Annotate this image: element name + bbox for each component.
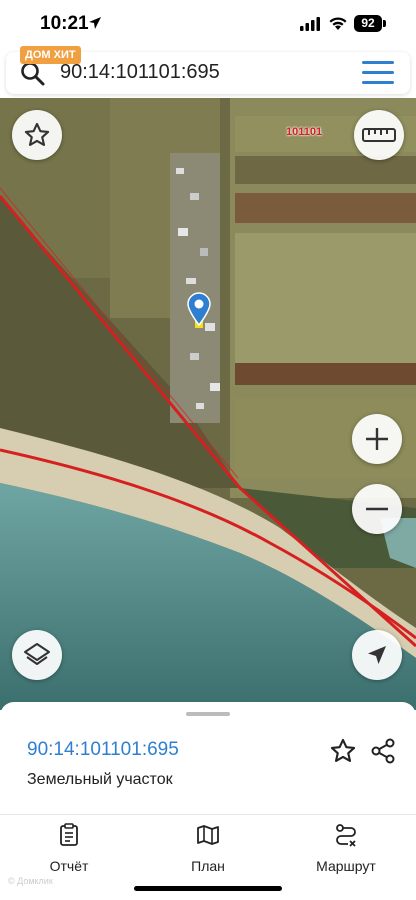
ruler-icon xyxy=(362,128,396,142)
tab-report-label: Отчёт xyxy=(49,858,89,874)
share-icon[interactable] xyxy=(369,737,397,770)
tab-route-label: Маршрут xyxy=(316,858,376,874)
favorite-button[interactable] xyxy=(12,110,62,160)
brand-badge: ДОМ ХИТ xyxy=(20,46,81,64)
zoom-in-button[interactable] xyxy=(352,414,402,464)
map-plan-icon xyxy=(197,825,219,845)
navigation-arrow-icon xyxy=(368,646,386,664)
tab-plan[interactable]: План xyxy=(148,823,268,874)
location-arrow-icon xyxy=(88,16,102,35)
wifi-icon xyxy=(328,16,348,36)
status-bar: 10:21 92 xyxy=(0,0,416,48)
watermark: © Домклик xyxy=(8,876,53,886)
search-icon[interactable] xyxy=(20,61,46,92)
search-input[interactable] xyxy=(60,61,350,84)
tab-plan-label: План xyxy=(191,858,225,874)
layers-icon xyxy=(24,643,50,665)
parcel-type: Земельный участок xyxy=(27,771,173,788)
cellular-signal-icon xyxy=(300,17,320,36)
tab-route[interactable]: Маршрут xyxy=(286,823,406,874)
route-icon xyxy=(336,824,356,847)
report-icon xyxy=(60,823,78,846)
minus-icon xyxy=(366,507,388,511)
star-icon[interactable] xyxy=(329,737,357,770)
sheet-drag-handle[interactable] xyxy=(186,712,230,716)
zoom-out-button[interactable] xyxy=(352,484,402,534)
parcel-cadastral-number[interactable]: 90:14:101101:695 xyxy=(27,739,179,761)
my-location-button[interactable] xyxy=(352,630,402,680)
battery-tip xyxy=(383,20,386,27)
menu-icon[interactable] xyxy=(362,61,394,85)
battery-level: 92 xyxy=(354,15,382,32)
status-time: 10:21 xyxy=(40,13,89,34)
parcel-info-sheet[interactable]: 90:14:101101:695 Земельный участок xyxy=(0,702,416,814)
map-imagery xyxy=(0,98,416,710)
cadastral-block-label: 101101 xyxy=(286,126,323,138)
home-indicator[interactable] xyxy=(134,886,282,891)
satellite-map[interactable]: 101101 xyxy=(0,98,416,710)
plus-icon xyxy=(366,428,388,450)
ruler-button[interactable] xyxy=(354,110,404,160)
tab-report[interactable]: Отчёт xyxy=(9,823,129,874)
layers-button[interactable] xyxy=(12,630,62,680)
star-outline-icon xyxy=(24,122,50,146)
